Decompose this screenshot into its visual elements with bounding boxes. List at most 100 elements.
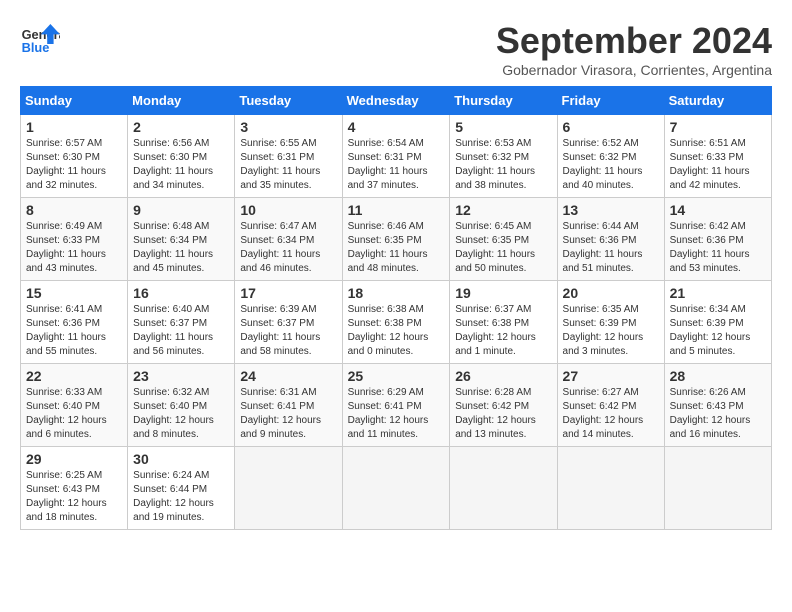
day-number: 3 <box>240 119 336 135</box>
day-info: Sunrise: 6:53 AM Sunset: 6:32 PM Dayligh… <box>455 137 551 193</box>
day-number: 25 <box>348 368 445 384</box>
day-number: 19 <box>455 285 551 301</box>
day-number: 7 <box>670 119 766 135</box>
calendar-cell <box>342 447 450 530</box>
day-number: 28 <box>670 368 766 384</box>
day-info: Sunrise: 6:44 AM Sunset: 6:36 PM Dayligh… <box>563 220 659 276</box>
day-info: Sunrise: 6:39 AM Sunset: 6:37 PM Dayligh… <box>240 303 336 359</box>
day-info: Sunrise: 6:51 AM Sunset: 6:33 PM Dayligh… <box>670 137 766 193</box>
day-info: Sunrise: 6:41 AM Sunset: 6:36 PM Dayligh… <box>26 303 122 359</box>
day-info: Sunrise: 6:40 AM Sunset: 6:37 PM Dayligh… <box>133 303 229 359</box>
location-subtitle: Gobernador Virasora, Corrientes, Argenti… <box>496 62 772 78</box>
calendar-cell: 24 Sunrise: 6:31 AM Sunset: 6:41 PM Dayl… <box>235 364 342 447</box>
calendar-cell: 13 Sunrise: 6:44 AM Sunset: 6:36 PM Dayl… <box>557 198 664 281</box>
day-info: Sunrise: 6:55 AM Sunset: 6:31 PM Dayligh… <box>240 137 336 193</box>
day-info: Sunrise: 6:47 AM Sunset: 6:34 PM Dayligh… <box>240 220 336 276</box>
calendar-cell: 16 Sunrise: 6:40 AM Sunset: 6:37 PM Dayl… <box>128 281 235 364</box>
day-info: Sunrise: 6:57 AM Sunset: 6:30 PM Dayligh… <box>26 137 122 193</box>
calendar-cell: 21 Sunrise: 6:34 AM Sunset: 6:39 PM Dayl… <box>664 281 771 364</box>
day-number: 18 <box>348 285 445 301</box>
day-number: 8 <box>26 202 122 218</box>
calendar-table: SundayMondayTuesdayWednesdayThursdayFrid… <box>20 86 772 530</box>
day-number: 22 <box>26 368 122 384</box>
calendar-cell: 22 Sunrise: 6:33 AM Sunset: 6:40 PM Dayl… <box>21 364 128 447</box>
day-info: Sunrise: 6:29 AM Sunset: 6:41 PM Dayligh… <box>348 386 445 442</box>
calendar-cell: 5 Sunrise: 6:53 AM Sunset: 6:32 PM Dayli… <box>450 115 557 198</box>
day-number: 14 <box>670 202 766 218</box>
day-info: Sunrise: 6:52 AM Sunset: 6:32 PM Dayligh… <box>563 137 659 193</box>
day-info: Sunrise: 6:42 AM Sunset: 6:36 PM Dayligh… <box>670 220 766 276</box>
calendar-cell: 26 Sunrise: 6:28 AM Sunset: 6:42 PM Dayl… <box>450 364 557 447</box>
day-info: Sunrise: 6:32 AM Sunset: 6:40 PM Dayligh… <box>133 386 229 442</box>
calendar-week-2: 8 Sunrise: 6:49 AM Sunset: 6:33 PM Dayli… <box>21 198 772 281</box>
day-info: Sunrise: 6:48 AM Sunset: 6:34 PM Dayligh… <box>133 220 229 276</box>
day-number: 5 <box>455 119 551 135</box>
logo: General Blue <box>20 20 60 60</box>
day-info: Sunrise: 6:24 AM Sunset: 6:44 PM Dayligh… <box>133 469 229 525</box>
calendar-cell: 4 Sunrise: 6:54 AM Sunset: 6:31 PM Dayli… <box>342 115 450 198</box>
weekday-header-saturday: Saturday <box>664 87 771 115</box>
calendar-cell: 20 Sunrise: 6:35 AM Sunset: 6:39 PM Dayl… <box>557 281 664 364</box>
calendar-cell: 29 Sunrise: 6:25 AM Sunset: 6:43 PM Dayl… <box>21 447 128 530</box>
day-number: 30 <box>133 451 229 467</box>
day-info: Sunrise: 6:34 AM Sunset: 6:39 PM Dayligh… <box>670 303 766 359</box>
day-info: Sunrise: 6:28 AM Sunset: 6:42 PM Dayligh… <box>455 386 551 442</box>
calendar-cell: 11 Sunrise: 6:46 AM Sunset: 6:35 PM Dayl… <box>342 198 450 281</box>
day-number: 13 <box>563 202 659 218</box>
day-number: 21 <box>670 285 766 301</box>
day-info: Sunrise: 6:56 AM Sunset: 6:30 PM Dayligh… <box>133 137 229 193</box>
day-info: Sunrise: 6:38 AM Sunset: 6:38 PM Dayligh… <box>348 303 445 359</box>
calendar-week-1: 1 Sunrise: 6:57 AM Sunset: 6:30 PM Dayli… <box>21 115 772 198</box>
day-info: Sunrise: 6:45 AM Sunset: 6:35 PM Dayligh… <box>455 220 551 276</box>
calendar-week-3: 15 Sunrise: 6:41 AM Sunset: 6:36 PM Dayl… <box>21 281 772 364</box>
calendar-cell: 10 Sunrise: 6:47 AM Sunset: 6:34 PM Dayl… <box>235 198 342 281</box>
day-number: 12 <box>455 202 551 218</box>
weekday-header-tuesday: Tuesday <box>235 87 342 115</box>
calendar-body: 1 Sunrise: 6:57 AM Sunset: 6:30 PM Dayli… <box>21 115 772 530</box>
weekday-header-friday: Friday <box>557 87 664 115</box>
day-info: Sunrise: 6:31 AM Sunset: 6:41 PM Dayligh… <box>240 386 336 442</box>
day-number: 23 <box>133 368 229 384</box>
day-number: 6 <box>563 119 659 135</box>
title-area: September 2024 Gobernador Virasora, Corr… <box>496 20 772 78</box>
day-number: 11 <box>348 202 445 218</box>
calendar-cell: 8 Sunrise: 6:49 AM Sunset: 6:33 PM Dayli… <box>21 198 128 281</box>
day-number: 29 <box>26 451 122 467</box>
header: General Blue September 2024 Gobernador V… <box>20 20 772 78</box>
day-info: Sunrise: 6:25 AM Sunset: 6:43 PM Dayligh… <box>26 469 122 525</box>
day-number: 24 <box>240 368 336 384</box>
day-number: 2 <box>133 119 229 135</box>
calendar-cell <box>557 447 664 530</box>
calendar-cell: 25 Sunrise: 6:29 AM Sunset: 6:41 PM Dayl… <box>342 364 450 447</box>
logo-icon: General Blue <box>20 20 60 60</box>
day-info: Sunrise: 6:46 AM Sunset: 6:35 PM Dayligh… <box>348 220 445 276</box>
weekday-header-sunday: Sunday <box>21 87 128 115</box>
day-info: Sunrise: 6:27 AM Sunset: 6:42 PM Dayligh… <box>563 386 659 442</box>
calendar-cell: 3 Sunrise: 6:55 AM Sunset: 6:31 PM Dayli… <box>235 115 342 198</box>
day-info: Sunrise: 6:33 AM Sunset: 6:40 PM Dayligh… <box>26 386 122 442</box>
calendar-cell: 27 Sunrise: 6:27 AM Sunset: 6:42 PM Dayl… <box>557 364 664 447</box>
calendar-cell <box>450 447 557 530</box>
calendar-cell: 23 Sunrise: 6:32 AM Sunset: 6:40 PM Dayl… <box>128 364 235 447</box>
day-number: 4 <box>348 119 445 135</box>
day-info: Sunrise: 6:49 AM Sunset: 6:33 PM Dayligh… <box>26 220 122 276</box>
calendar-cell: 15 Sunrise: 6:41 AM Sunset: 6:36 PM Dayl… <box>21 281 128 364</box>
calendar-cell: 30 Sunrise: 6:24 AM Sunset: 6:44 PM Dayl… <box>128 447 235 530</box>
calendar-week-4: 22 Sunrise: 6:33 AM Sunset: 6:40 PM Dayl… <box>21 364 772 447</box>
month-title: September 2024 <box>496 20 772 62</box>
day-number: 15 <box>26 285 122 301</box>
day-number: 20 <box>563 285 659 301</box>
weekday-header-wednesday: Wednesday <box>342 87 450 115</box>
day-info: Sunrise: 6:37 AM Sunset: 6:38 PM Dayligh… <box>455 303 551 359</box>
calendar-cell: 17 Sunrise: 6:39 AM Sunset: 6:37 PM Dayl… <box>235 281 342 364</box>
calendar-cell: 18 Sunrise: 6:38 AM Sunset: 6:38 PM Dayl… <box>342 281 450 364</box>
weekday-header-monday: Monday <box>128 87 235 115</box>
calendar-cell: 12 Sunrise: 6:45 AM Sunset: 6:35 PM Dayl… <box>450 198 557 281</box>
calendar-cell: 14 Sunrise: 6:42 AM Sunset: 6:36 PM Dayl… <box>664 198 771 281</box>
day-info: Sunrise: 6:26 AM Sunset: 6:43 PM Dayligh… <box>670 386 766 442</box>
day-info: Sunrise: 6:54 AM Sunset: 6:31 PM Dayligh… <box>348 137 445 193</box>
day-number: 16 <box>133 285 229 301</box>
svg-text:Blue: Blue <box>22 40 50 55</box>
day-number: 27 <box>563 368 659 384</box>
day-number: 9 <box>133 202 229 218</box>
